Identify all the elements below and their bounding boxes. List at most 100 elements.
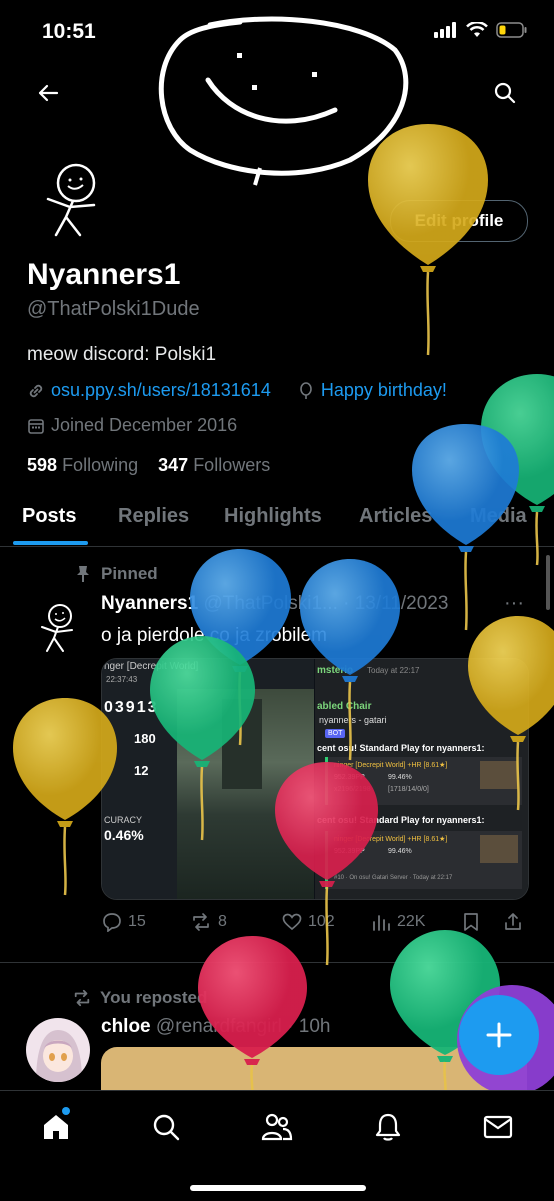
post2-handle-time: @renardfangirl · 10h <box>155 1016 331 1037</box>
profile-bio: meow discord: Polski1 <box>27 344 217 365</box>
edit-profile-button[interactable]: Edit profile <box>390 200 528 242</box>
views-button[interactable]: 22K <box>371 912 425 932</box>
pin-icon <box>77 566 89 582</box>
media-discord-screenshot: msterio Today at 22:17 abled Chair nyann… <box>315 659 528 899</box>
cellular-signal-icon <box>434 22 456 38</box>
active-tab-indicator <box>13 541 88 545</box>
repost-count: 8 <box>218 913 227 930</box>
chloe-avatar[interactable] <box>26 1018 90 1082</box>
tab-posts[interactable]: Posts <box>22 505 76 528</box>
pinned-indicator: Pinned <box>75 564 158 584</box>
profile-meta-row: osu.ppy.sh/users/18131614 Happy birthday… <box>27 380 447 401</box>
like-button[interactable]: 102 <box>282 912 335 932</box>
game-time: 22:37:43 <box>106 675 138 684</box>
embed-pp: 952.39PP <box>334 774 365 781</box>
embed2-map-line: ninger [Decrepit World] +HR [8.61★] <box>334 836 448 843</box>
followers-link[interactable]: 347 Followers <box>158 455 270 475</box>
calendar-icon <box>28 418 44 434</box>
joined-date: Joined December 2016 <box>51 415 238 435</box>
heart-icon <box>282 913 302 931</box>
repost-icon <box>193 913 209 931</box>
following-count: 598 <box>27 455 58 475</box>
nav-messages[interactable] <box>478 1107 518 1147</box>
followers-count: 347 <box>158 455 189 475</box>
profile-handle: @ThatPolski1Dude <box>27 298 200 320</box>
discord-user: nyanners - gatari <box>319 715 387 725</box>
repost-button[interactable]: 8 <box>190 912 227 932</box>
profile-link[interactable]: osu.ppy.sh/users/18131614 <box>51 380 271 401</box>
back-button[interactable] <box>28 73 68 113</box>
tab-replies[interactable]: Replies <box>118 505 189 528</box>
banner-smiley-doodle <box>158 16 409 186</box>
nav-explore[interactable] <box>146 1107 186 1147</box>
profile-name: Nyanners1 <box>27 258 181 291</box>
embed2-thumbnail <box>480 835 518 863</box>
battery-low-icon <box>496 22 527 38</box>
post-handle-date: @ThatPolski1... · 13/11/2023 <box>203 593 449 614</box>
compose-fab[interactable] <box>459 995 539 1075</box>
embed2-acc: 99.46% <box>388 848 412 855</box>
embed-combo: x2196/2198 <box>334 786 371 793</box>
following-link[interactable]: 598 Following <box>27 455 138 475</box>
embed-thumbnail <box>480 761 518 789</box>
tab-media[interactable]: Media <box>470 505 527 528</box>
nav-notifications[interactable] <box>368 1107 408 1147</box>
status-icons <box>434 22 528 38</box>
embed2-footer: #10 · On osu! Gatari Server · Today at 2… <box>334 875 453 881</box>
wifi-icon <box>466 22 488 37</box>
like-count: 102 <box>308 913 335 930</box>
tabs-divider <box>0 546 554 547</box>
media-game-screenshot: nger [Decrepit World] 22:37:43 03913 180… <box>102 659 314 899</box>
game-score: 03913 <box>104 699 159 716</box>
post-media[interactable]: nger [Decrepit World] 22:37:43 03913 180… <box>101 658 529 900</box>
game-map-title: nger [Decrepit World] <box>104 661 199 672</box>
scrollbar[interactable] <box>546 555 550 610</box>
post-author-avatar[interactable] <box>28 598 88 658</box>
embed-acc: 99.46% <box>388 774 412 781</box>
post-author-name[interactable]: Nyanners1 <box>101 593 198 614</box>
bookmark-button[interactable] <box>462 912 480 932</box>
game-accuracy-label: CURACY <box>104 815 143 825</box>
anime-avatar-art <box>36 1030 82 1082</box>
share-button[interactable] <box>503 912 523 932</box>
post-more-button[interactable]: ··· <box>504 592 524 615</box>
birthday-link[interactable]: Happy birthday! <box>321 380 447 401</box>
post2-author-name[interactable]: chloe <box>101 1016 151 1037</box>
tab-highlights[interactable]: Highlights <box>224 505 322 528</box>
link-icon <box>29 384 43 397</box>
views-chart-icon <box>373 915 390 931</box>
home-indicator <box>190 1185 366 1191</box>
profile-avatar[interactable] <box>28 155 118 245</box>
following-label: Following <box>62 455 139 475</box>
nav-home[interactable] <box>36 1107 76 1147</box>
followers-label: Followers <box>193 455 271 475</box>
post2-header: chloe @renardfangirl · 10h <box>101 1016 330 1038</box>
discord-embed-title-2: cent osu! Standard Play for nyanners1: <box>317 815 485 825</box>
discord-server: msterio <box>317 665 354 676</box>
communities-icon <box>261 1113 293 1141</box>
tab-articles[interactable]: Articles <box>359 505 432 528</box>
game-accuracy: 0.46% <box>104 827 144 843</box>
search-icon <box>153 1114 180 1141</box>
mail-icon <box>483 1115 513 1139</box>
bell-icon <box>375 1113 401 1141</box>
repost-small-icon <box>74 989 90 1007</box>
plus-icon <box>486 1022 512 1048</box>
bookmark-icon <box>464 913 478 931</box>
discord-status: abled Chair <box>317 701 372 712</box>
nav-communities[interactable] <box>257 1107 297 1147</box>
profile-tabs: Posts Replies Highlights Articles Media <box>0 500 554 544</box>
post-text: o ja pierdole co ja zrobilem <box>101 625 328 646</box>
embed-map-line: ninger [Decrepit World] +HR [8.61★] <box>334 762 448 769</box>
home-notification-dot <box>62 1107 70 1115</box>
discord-embed-title-1: cent osu! Standard Play for nyanners1: <box>317 743 485 753</box>
game-tree-shape <box>222 699 262 789</box>
reply-icon <box>103 913 121 932</box>
search-button[interactable] <box>485 73 525 113</box>
reply-button[interactable]: 15 <box>102 912 146 932</box>
discord-embed-1: ninger [Decrepit World] +HR [8.61★] 952.… <box>325 757 522 805</box>
joined-row: Joined December 2016 <box>27 415 237 436</box>
discord-embed-2: ninger [Decrepit World] +HR [8.61★] 952.… <box>325 831 522 889</box>
post-divider <box>0 962 554 963</box>
embed2-pp: 952.39PP <box>334 848 365 855</box>
